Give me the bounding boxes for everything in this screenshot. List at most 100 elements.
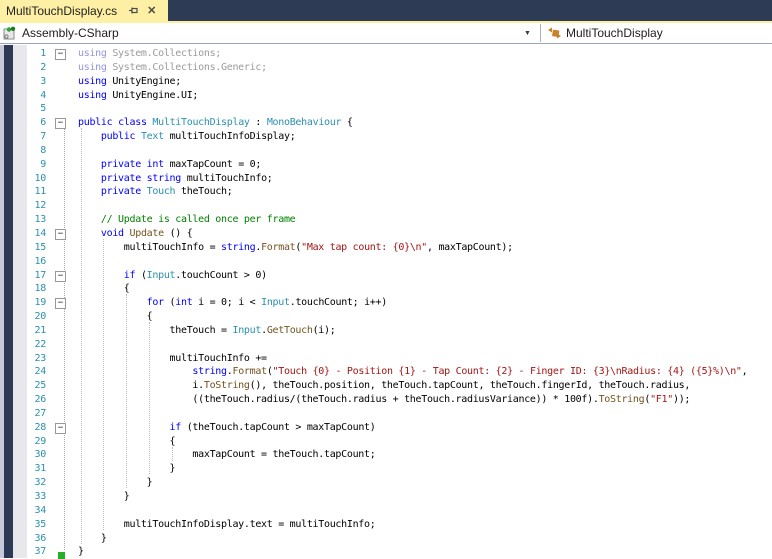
code-line[interactable]: 27 [0, 407, 772, 421]
code-text: { [78, 310, 152, 324]
code-text: if (theTouch.tapCount > maxTapCount) [78, 421, 375, 435]
code-line[interactable]: 19− for (int i = 0; i < Input.touchCount… [0, 296, 772, 310]
code-line[interactable]: 11 private Touch theTouch; [0, 185, 772, 199]
code-text: void Update () { [78, 227, 192, 241]
code-line[interactable]: 32 } [0, 476, 772, 490]
code-line[interactable]: 28− if (theTouch.tapCount > maxTapCount) [0, 421, 772, 435]
class-icon [546, 25, 562, 41]
code-line[interactable]: 25 i.ToString(), theTouch.position, theT… [0, 379, 772, 393]
line-number: 30 [0, 448, 46, 462]
code-text: string.Format("Touch {0} - Position {1} … [78, 365, 747, 379]
line-number: 6 [0, 116, 46, 130]
code-text: private int maxTapCount = 0; [78, 158, 261, 172]
line-number: 1 [0, 47, 46, 61]
line-number: 17 [0, 269, 46, 283]
line-number: 21 [0, 324, 46, 338]
line-number: 28 [0, 421, 46, 435]
code-line[interactable]: 9 private int maxTapCount = 0; [0, 158, 772, 172]
code-text: if (Input.touchCount > 0) [78, 269, 267, 283]
code-text: i.ToString(), theTouch.position, theTouc… [78, 379, 690, 393]
code-text: private Touch theTouch; [78, 185, 233, 199]
code-line[interactable]: 2 using System.Collections.Generic; [0, 61, 772, 75]
chevron-down-icon[interactable]: ▼ [524, 30, 531, 37]
code-text: } [78, 462, 175, 476]
code-line[interactable]: 20 { [0, 310, 772, 324]
code-line[interactable]: 3using UnityEngine; [0, 75, 772, 89]
line-number: 13 [0, 213, 46, 227]
code-line[interactable]: 13 // Update is called once per frame [0, 213, 772, 227]
code-line[interactable]: 35 multiTouchInfoDisplay.text = multiTou… [0, 518, 772, 532]
code-text: multiTouchInfo = string.Format("Max tap … [78, 241, 513, 255]
code-line[interactable]: 1− using System.Collections; [0, 47, 772, 61]
code-line[interactable]: 16 [0, 255, 772, 269]
fold-collapse-icon[interactable]: − [55, 49, 66, 60]
code-line[interactable]: 18 { [0, 282, 772, 296]
code-line[interactable]: 6− public class MultiTouchDisplay : MonoB… [0, 116, 772, 130]
code-text: { [78, 282, 130, 296]
code-line[interactable]: 14− void Update () { [0, 227, 772, 241]
code-line[interactable]: 10 private string multiTouchInfo; [0, 172, 772, 186]
line-number: 27 [0, 407, 46, 421]
line-number: 35 [0, 518, 46, 532]
code-line[interactable]: 4using UnityEngine.UI; [0, 89, 772, 103]
line-number: 2 [0, 61, 46, 75]
tab-title: MultiTouchDisplay.cs [6, 4, 117, 18]
code-line[interactable]: 5 [0, 102, 772, 116]
fold-collapse-icon[interactable]: − [55, 298, 66, 309]
code-line[interactable]: 30 maxTapCount = theTouch.tapCount; [0, 448, 772, 462]
code-line[interactable]: 21 theTouch = Input.GetTouch(i); [0, 324, 772, 338]
code-line[interactable]: 22 [0, 338, 772, 352]
code-line[interactable]: 12 [0, 199, 772, 213]
code-line[interactable]: 7 public Text multiTouchInfoDisplay; [0, 130, 772, 144]
tab-strip: MultiTouchDisplay.cs ✕ [0, 0, 772, 21]
navbar-separator [540, 24, 541, 42]
code-text: public class MultiTouchDisplay : MonoBeh… [78, 116, 353, 130]
code-text: using System.Collections; [78, 47, 221, 61]
fold-collapse-icon[interactable]: − [55, 118, 66, 129]
project-dropdown-label: Assembly-CSharp [22, 26, 119, 40]
line-number: 14 [0, 227, 46, 241]
code-line[interactable]: 15 multiTouchInfo = string.Format("Max t… [0, 241, 772, 255]
code-text: } [78, 532, 107, 546]
code-line[interactable]: 37} [0, 545, 772, 559]
line-number: 24 [0, 365, 46, 379]
code-line[interactable]: 34 [0, 504, 772, 518]
line-number: 25 [0, 379, 46, 393]
fold-collapse-icon[interactable]: − [55, 229, 66, 240]
line-number: 33 [0, 490, 46, 504]
project-dropdown[interactable]: Assembly-CSharp [2, 23, 538, 43]
code-line[interactable]: 17− if (Input.touchCount > 0) [0, 269, 772, 283]
line-number: 10 [0, 172, 46, 186]
code-editor[interactable]: 1−using System.Collections;2using System… [0, 45, 772, 558]
code-text: using System.Collections.Generic; [78, 61, 267, 75]
line-number: 16 [0, 255, 46, 269]
fold-collapse-icon[interactable]: − [55, 271, 66, 282]
code-line[interactable]: 24 string.Format("Touch {0} - Position {… [0, 365, 772, 379]
navigation-bar: Assembly-CSharp ▼ MultiTouchDisplay [0, 23, 772, 44]
type-dropdown-label: MultiTouchDisplay [566, 26, 663, 40]
code-line[interactable]: 36 } [0, 532, 772, 546]
line-number: 36 [0, 532, 46, 546]
code-line[interactable]: 31 } [0, 462, 772, 476]
tab-multitouchdisplay[interactable]: MultiTouchDisplay.cs ✕ [0, 0, 168, 21]
code-line[interactable]: 33 } [0, 490, 772, 504]
line-number: 37 [0, 545, 46, 559]
code-text: } [78, 490, 130, 504]
line-number: 18 [0, 282, 46, 296]
code-text: maxTapCount = theTouch.tapCount; [78, 448, 375, 462]
line-number: 4 [0, 89, 46, 103]
code-line[interactable]: 29 { [0, 435, 772, 449]
line-number: 5 [0, 102, 46, 116]
csharp-project-icon [2, 25, 18, 41]
code-line[interactable]: 8 [0, 144, 772, 158]
fold-collapse-icon[interactable]: − [55, 423, 66, 434]
close-icon[interactable]: ✕ [147, 4, 156, 17]
line-number: 32 [0, 476, 46, 490]
line-number: 12 [0, 199, 46, 213]
pin-icon[interactable] [127, 5, 139, 17]
line-number: 29 [0, 435, 46, 449]
line-number: 9 [0, 158, 46, 172]
code-line[interactable]: 26 ((theTouch.radius/(theTouch.radius + … [0, 393, 772, 407]
code-line[interactable]: 23 multiTouchInfo += [0, 352, 772, 366]
type-dropdown[interactable]: MultiTouchDisplay [546, 23, 766, 43]
